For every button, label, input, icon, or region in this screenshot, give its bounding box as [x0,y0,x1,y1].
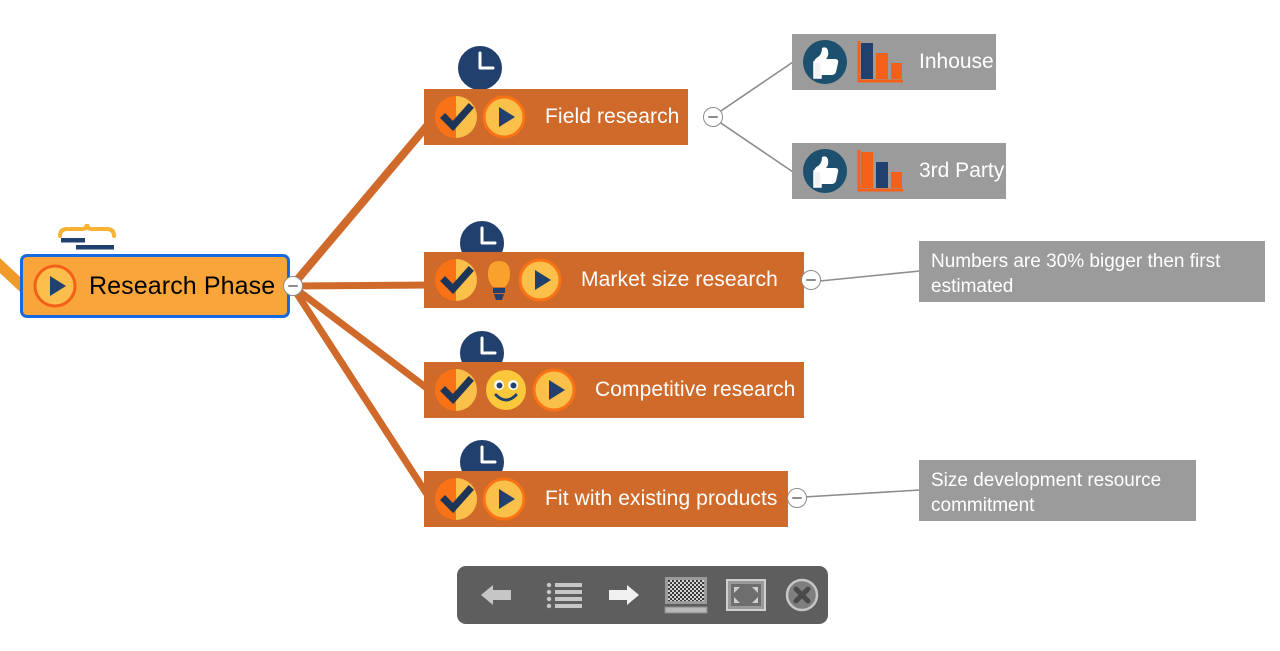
mindmap-canvas: Research Phase Field research Inhouse 3r… [0,0,1280,651]
root-node-research-phase[interactable]: Research Phase [20,254,290,318]
task-node-label: Market size research [581,268,778,291]
collapse-toggle-market-size-research[interactable] [801,270,821,290]
clock-icon [454,42,506,94]
edge-root-to-field-research [288,117,436,289]
leaf-node-3rd-party[interactable]: 3rd Party [792,143,1006,199]
leaf-node-label: Inhouse [919,50,994,73]
lightbulb-idea-icon [484,257,514,303]
edge-field-research-to-3rd-party [711,116,794,173]
bar-chart-icon [853,37,905,87]
bar-chart-icon [853,146,905,196]
edge-market-size-research-to-note [819,270,921,282]
edge-root-to-competitive-research [289,283,435,395]
task-node-label: Competitive research [595,378,796,401]
close-x-circle-icon [785,578,819,612]
edge-root-to-fit-with-existing-products [289,284,435,504]
task-progress-half-check-icon[interactable] [433,94,479,140]
play-circle-icon[interactable] [33,264,77,308]
note-bracket-icon [52,218,128,252]
play-circle-icon[interactable] [517,257,563,303]
task-progress-half-check-icon[interactable] [433,476,479,522]
previous-slide-button[interactable] [457,572,535,618]
task-node-market-size-research[interactable]: Market size research [424,252,804,308]
edge-field-research-to-inhouse [711,61,794,118]
thumbs-up-icon [798,35,852,89]
note-text: Numbers are 30% bigger then first estima… [931,251,1221,298]
root-node-label: Research Phase [89,271,276,300]
arrow-right-icon [607,581,641,609]
edge-fit-with-existing-products-to-note [803,489,921,498]
task-node-competitive-research[interactable]: Competitive research [424,362,804,418]
note-node-market-size-research[interactable]: Numbers are 30% bigger then first estima… [919,241,1265,302]
task-node-label: Field research [545,105,680,128]
presentation-toolbar [457,566,828,624]
leaf-node-inhouse[interactable]: Inhouse [792,34,996,90]
halftone-screen-icon [664,576,708,614]
outline-list-button[interactable] [535,572,593,618]
collapse-toggle-fit-with-existing-products[interactable] [787,488,807,508]
list-lines-icon [546,581,582,609]
collapse-toggle-root[interactable] [283,276,303,296]
slide-overview-button[interactable] [655,572,717,618]
play-circle-icon[interactable] [481,94,527,140]
leaf-node-label: 3rd Party [919,159,1005,182]
smiley-face-icon [483,367,529,413]
fullscreen-button[interactable] [717,572,775,618]
task-node-label: Fit with existing products [545,487,778,510]
play-circle-icon[interactable] [481,476,527,522]
task-node-fit-with-existing-products[interactable]: Fit with existing products [424,471,788,527]
next-slide-button[interactable] [593,572,655,618]
collapse-toggle-field-research[interactable] [703,107,723,127]
note-text: Size development resource commitment [931,470,1162,517]
edge-root-to-market-size-research [291,281,433,290]
note-node-fit-with-existing-products[interactable]: Size development resource commitment [919,460,1196,521]
fullscreen-expand-icon [726,579,766,611]
task-progress-half-check-icon[interactable] [433,257,479,303]
task-node-field-research[interactable]: Field research [424,89,688,145]
thumbs-up-icon [798,144,852,198]
arrow-left-icon [479,581,513,609]
close-presentation-button[interactable] [775,572,828,618]
play-circle-icon[interactable] [531,367,577,413]
task-progress-half-check-icon[interactable] [433,367,479,413]
